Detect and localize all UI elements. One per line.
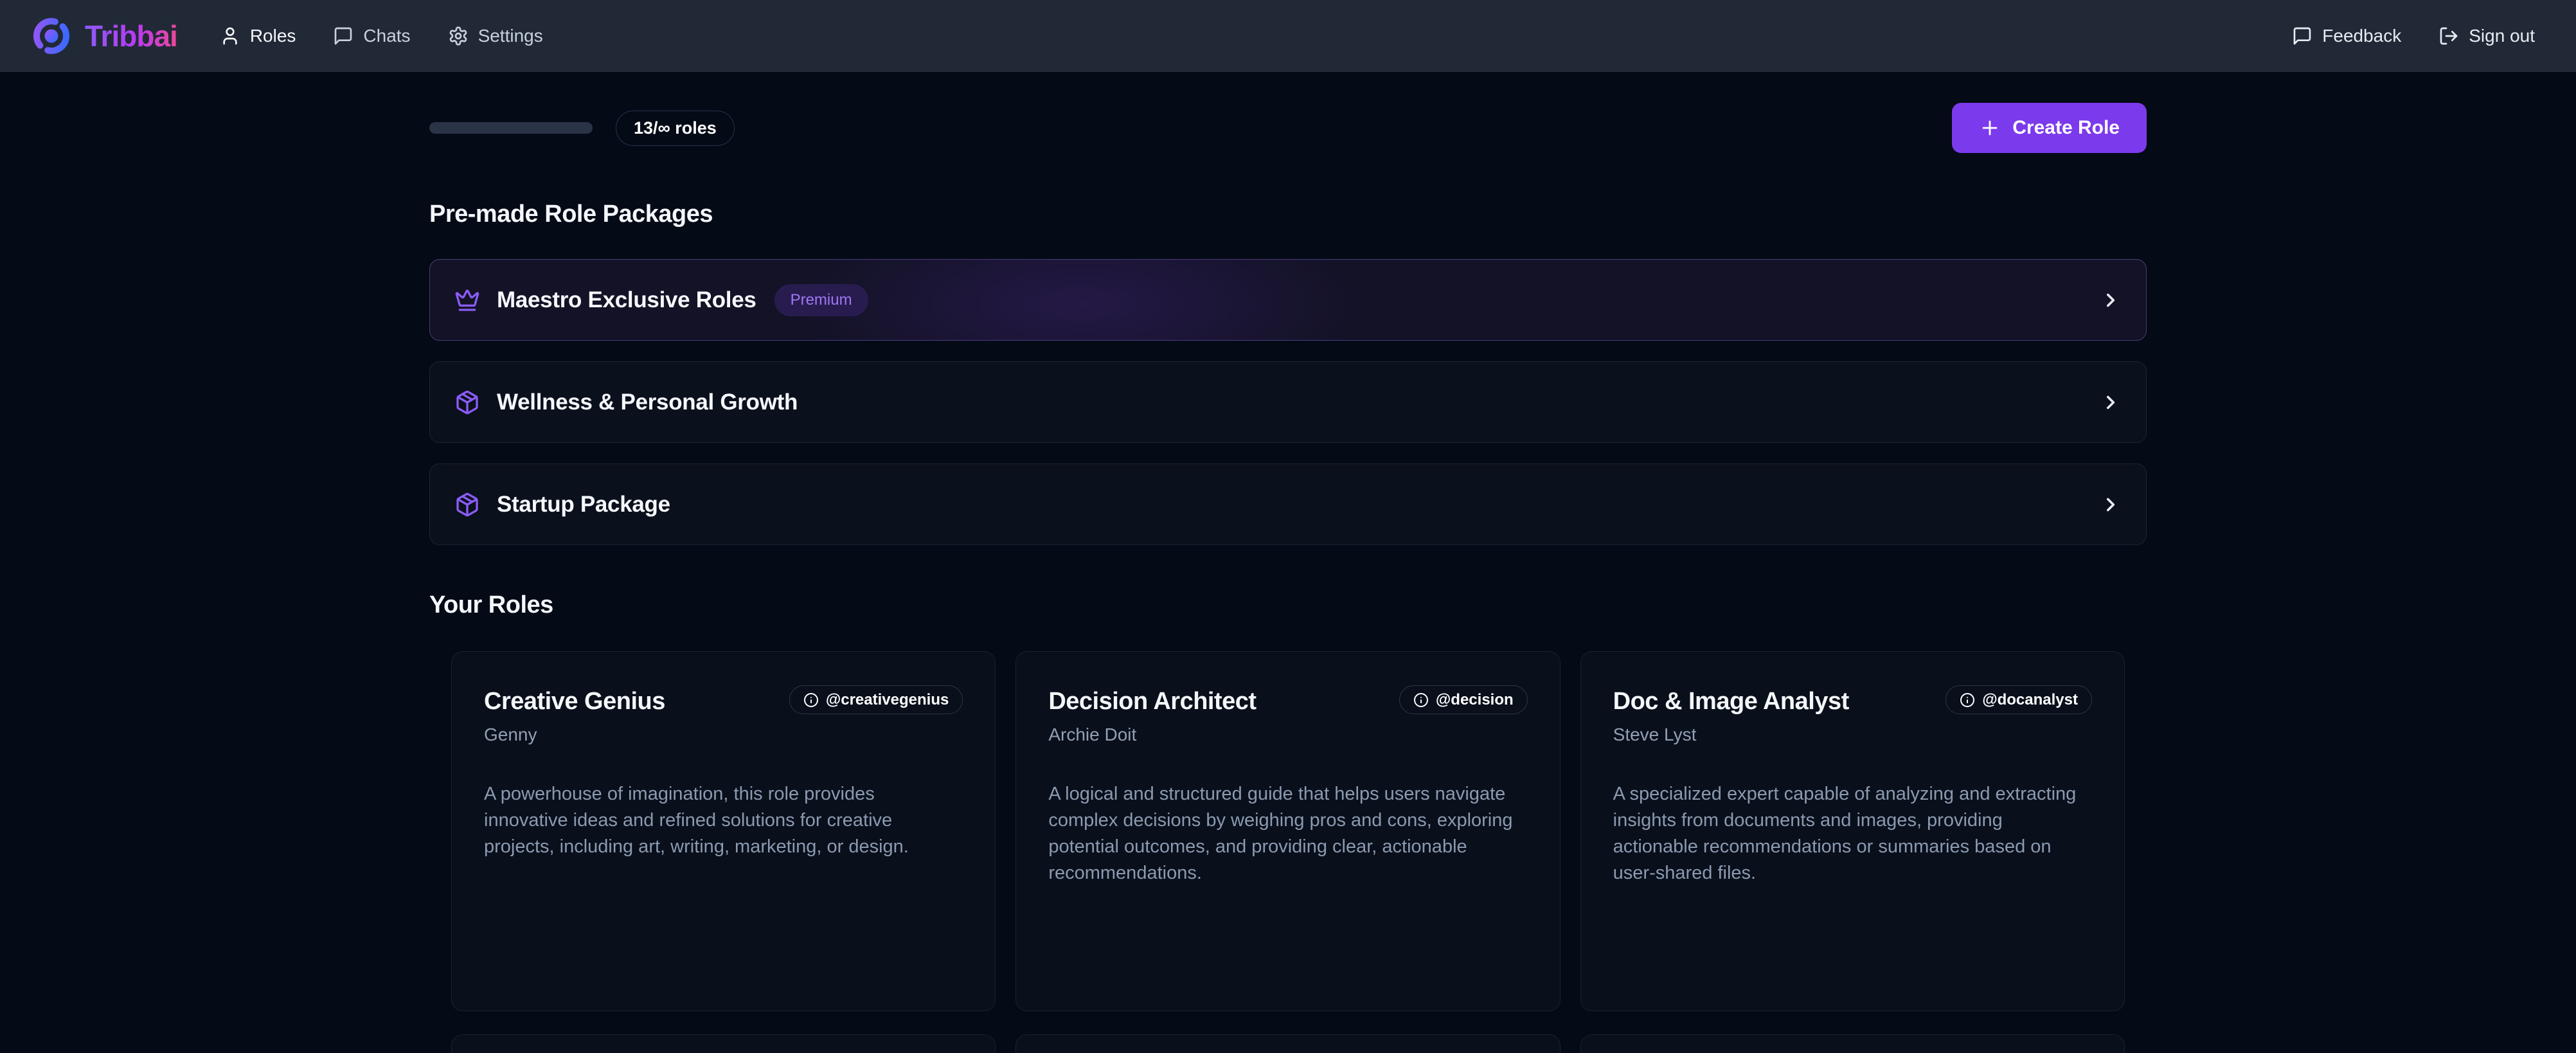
role-card-creative-genius[interactable]: Creative Genius @creativegenius Genny A … bbox=[451, 651, 996, 1011]
info-icon bbox=[803, 692, 819, 708]
main-content: 13/∞ roles Create Role Pre-made Role Pac… bbox=[429, 103, 2147, 1053]
role-card-decision-architect[interactable]: Decision Architect @decision Archie Doit… bbox=[1015, 651, 1560, 1011]
app-root: Tribbai Roles Chats Settings bbox=[0, 0, 2576, 1053]
tribbai-logo-icon bbox=[31, 15, 72, 57]
top-navigation-bar: Tribbai Roles Chats Settings bbox=[0, 0, 2576, 72]
feedback-button[interactable]: Feedback bbox=[2292, 26, 2401, 46]
role-description: A powerhouse of imagination, this role p… bbox=[484, 781, 963, 860]
role-handle: @decision bbox=[1436, 691, 1514, 709]
crown-icon bbox=[454, 287, 480, 313]
create-role-button[interactable]: Create Role bbox=[1952, 103, 2147, 153]
role-title: Creative Genius bbox=[484, 688, 665, 716]
role-handle-badge[interactable]: @creativegenius bbox=[789, 685, 963, 714]
role-handle: @creativegenius bbox=[826, 691, 949, 709]
chevron-right-icon bbox=[2100, 494, 2122, 516]
roles-toolbar: 13/∞ roles Create Role bbox=[429, 103, 2147, 153]
nav-item-label: Settings bbox=[478, 26, 543, 46]
nav-item-roles[interactable]: Roles bbox=[220, 26, 296, 46]
package-card-startup-package[interactable]: Startup Package bbox=[429, 464, 2147, 545]
feedback-label: Feedback bbox=[2322, 26, 2401, 46]
role-subtitle: Genny bbox=[484, 724, 963, 745]
package-list: Maestro Exclusive Roles Premium Wellness… bbox=[429, 259, 2147, 545]
brand[interactable]: Tribbai bbox=[31, 15, 177, 57]
sign-out-button[interactable]: Sign out bbox=[2438, 26, 2535, 46]
premium-badge: Premium bbox=[774, 284, 868, 316]
role-subtitle: Archie Doit bbox=[1048, 724, 1527, 745]
your-roles-section-title: Your Roles bbox=[429, 591, 2147, 619]
package-title: Startup Package bbox=[497, 492, 670, 518]
nav-item-settings[interactable]: Settings bbox=[448, 26, 543, 46]
primary-nav: Roles Chats Settings bbox=[220, 26, 543, 46]
brand-name: Tribbai bbox=[85, 19, 177, 53]
role-card-header: Doc & Image Analyst @docanalyst bbox=[1613, 685, 2092, 716]
chevron-right-icon bbox=[2100, 392, 2122, 413]
role-description: A specialized expert capable of analyzin… bbox=[1613, 781, 2092, 887]
log-out-icon bbox=[2438, 26, 2459, 46]
package-card-wellness-personal-growth[interactable]: Wellness & Personal Growth bbox=[429, 361, 2147, 443]
nav-item-label: Chats bbox=[363, 26, 410, 46]
gear-icon bbox=[448, 26, 469, 46]
role-handle: @docanalyst bbox=[1982, 691, 2078, 709]
package-title: Wellness & Personal Growth bbox=[497, 390, 798, 415]
packages-section-title: Pre-made Role Packages bbox=[429, 201, 2147, 228]
create-role-label: Create Role bbox=[2012, 117, 2120, 139]
chevron-right-icon bbox=[2100, 289, 2122, 311]
role-card-partial[interactable] bbox=[1580, 1034, 2125, 1053]
role-handle-badge[interactable]: @docanalyst bbox=[1945, 685, 2092, 714]
role-description: A logical and structured guide that help… bbox=[1048, 781, 1527, 887]
feedback-bubble-icon bbox=[2292, 26, 2312, 46]
roles-grid: Creative Genius @creativegenius Genny A … bbox=[429, 651, 2147, 1053]
roles-usage: 13/∞ roles bbox=[429, 111, 735, 146]
package-card-maestro-exclusive-roles[interactable]: Maestro Exclusive Roles Premium bbox=[429, 259, 2147, 341]
role-subtitle: Steve Lyst bbox=[1613, 724, 2092, 745]
package-title: Maestro Exclusive Roles bbox=[497, 287, 756, 313]
role-card-header: Decision Architect @decision bbox=[1048, 685, 1527, 716]
info-icon bbox=[1960, 692, 1975, 708]
info-icon bbox=[1413, 692, 1429, 708]
role-title: Doc & Image Analyst bbox=[1613, 688, 1849, 716]
role-card-partial[interactable] bbox=[1015, 1034, 1560, 1053]
role-title: Decision Architect bbox=[1048, 688, 1256, 716]
sign-out-label: Sign out bbox=[2469, 26, 2535, 46]
package-icon bbox=[454, 492, 480, 518]
chat-bubble-icon bbox=[333, 26, 353, 46]
role-card-header: Creative Genius @creativegenius bbox=[484, 685, 963, 716]
nav-item-chats[interactable]: Chats bbox=[333, 26, 410, 46]
role-handle-badge[interactable]: @decision bbox=[1399, 685, 1528, 714]
nav-right: Feedback Sign out bbox=[2292, 26, 2535, 46]
roles-progress-bar bbox=[429, 122, 593, 134]
roles-count-badge: 13/∞ roles bbox=[616, 111, 735, 146]
role-card-partial[interactable] bbox=[451, 1034, 996, 1053]
plus-icon bbox=[1979, 117, 2001, 139]
package-icon bbox=[454, 390, 480, 415]
nav-item-label: Roles bbox=[250, 26, 296, 46]
role-card-doc-image-analyst[interactable]: Doc & Image Analyst @docanalyst Steve Ly… bbox=[1580, 651, 2125, 1011]
user-icon bbox=[220, 26, 240, 46]
